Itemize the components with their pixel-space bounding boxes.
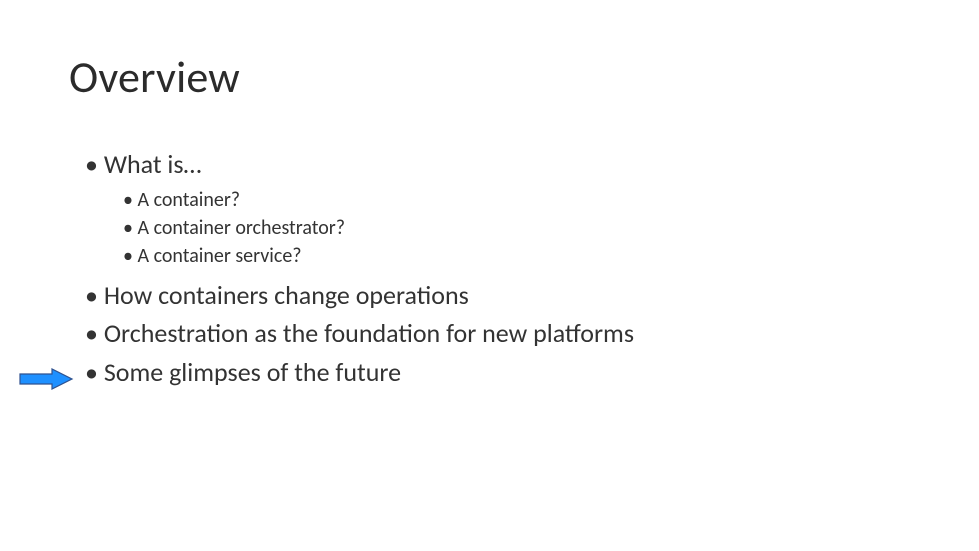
arrow-shape [20, 369, 72, 389]
bullet-orchestration-foundation: Orchestration as the foundation for new … [85, 317, 865, 350]
subbullet-orchestrator: A container orchestrator? [85, 215, 865, 241]
slide-title: Overview [69, 50, 240, 104]
bullet-future: Some glimpses of the future [85, 356, 865, 389]
right-arrow-icon [18, 368, 74, 390]
slide-body: What is… A container? A container orches… [85, 148, 865, 394]
bullet-what-is: What is… [85, 148, 865, 181]
bullet-change-operations: How containers change operations [85, 279, 865, 312]
subbullet-container: A container? [85, 187, 865, 213]
slide: Overview What is… A container? A contain… [0, 0, 979, 551]
subbullet-service: A container service? [85, 243, 865, 269]
